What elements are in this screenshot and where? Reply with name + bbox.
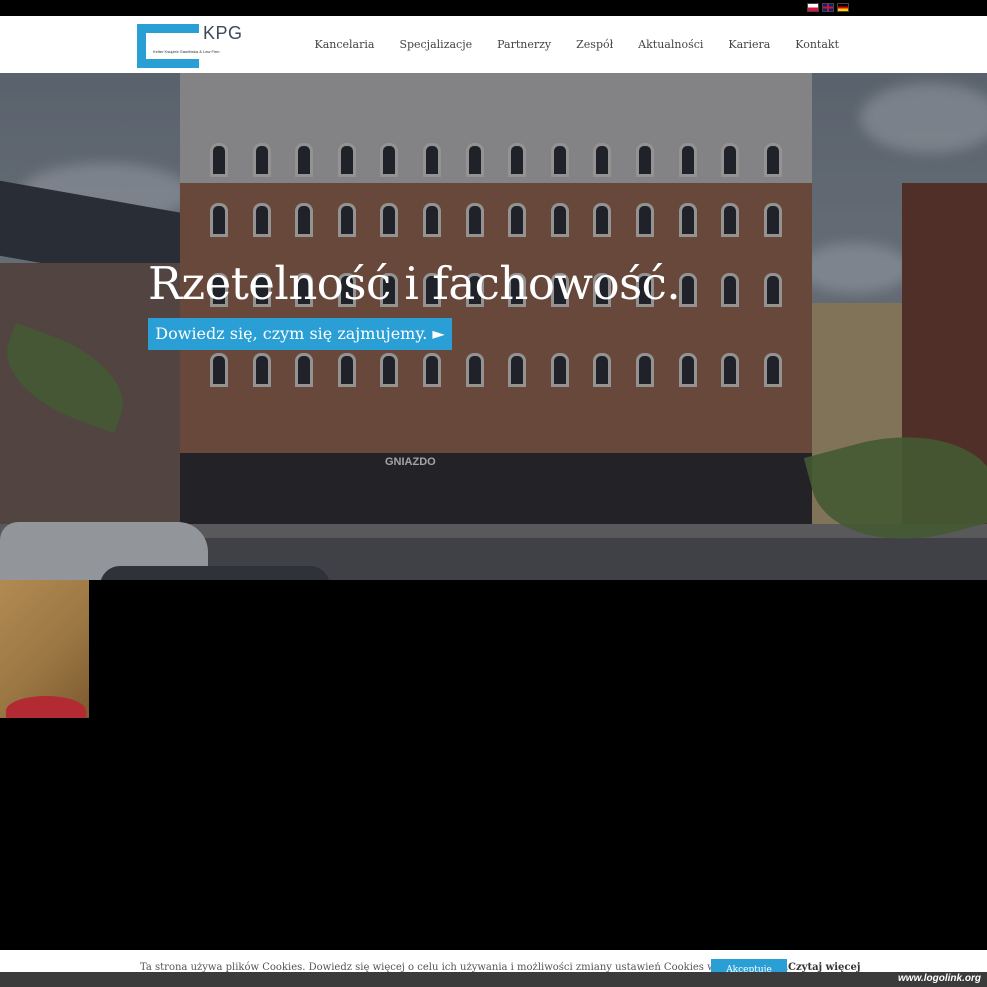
section-thumbnail: [0, 580, 89, 718]
language-switcher: [807, 3, 849, 12]
site-header: KPG Kelter Książek Gawlińska & Law Firm …: [0, 16, 987, 73]
hero-title: Rzetelność i fachowość.: [148, 257, 681, 310]
cookie-bar: Ta strona używa plików Cookies. Dowiedz …: [0, 950, 987, 981]
logo[interactable]: KPG Kelter Książek Gawlińska & Law Firm: [137, 23, 247, 69]
nav-item-partnerzy[interactable]: Partnerzy: [497, 38, 551, 51]
nav-item-kancelaria[interactable]: Kancelaria: [314, 38, 374, 51]
flag-gb-icon[interactable]: [822, 3, 834, 12]
nav-item-zespol[interactable]: Zespół: [576, 38, 613, 51]
hero-banner: GNIAZDO Rzetelność i fachowość. Dowiedz …: [0, 73, 987, 580]
flag-de-icon[interactable]: [837, 3, 849, 12]
thumbnail-detail: [6, 696, 86, 718]
watermark-bar: www.logolink.org: [0, 972, 987, 987]
main-nav: Kancelaria Specjalizacje Partnerzy Zespó…: [314, 16, 839, 73]
nav-item-kariera[interactable]: Kariera: [728, 38, 770, 51]
logo-mark-icon: [137, 24, 199, 68]
logo-subtitle: Kelter Książek Gawlińska & Law Firm: [153, 49, 220, 54]
watermark: www.logolink.org: [898, 973, 981, 984]
nav-item-kontakt[interactable]: Kontakt: [795, 38, 839, 51]
nav-item-specjalizacje[interactable]: Specjalizacje: [399, 38, 472, 51]
hero-cta-button[interactable]: Dowiedz się, czym się zajmujemy. ►: [148, 318, 452, 350]
nav-item-aktualnosci[interactable]: Aktualności: [638, 38, 703, 51]
logo-text: KPG: [203, 23, 243, 43]
flag-pl-icon[interactable]: [807, 3, 819, 12]
top-bar: [0, 0, 987, 16]
